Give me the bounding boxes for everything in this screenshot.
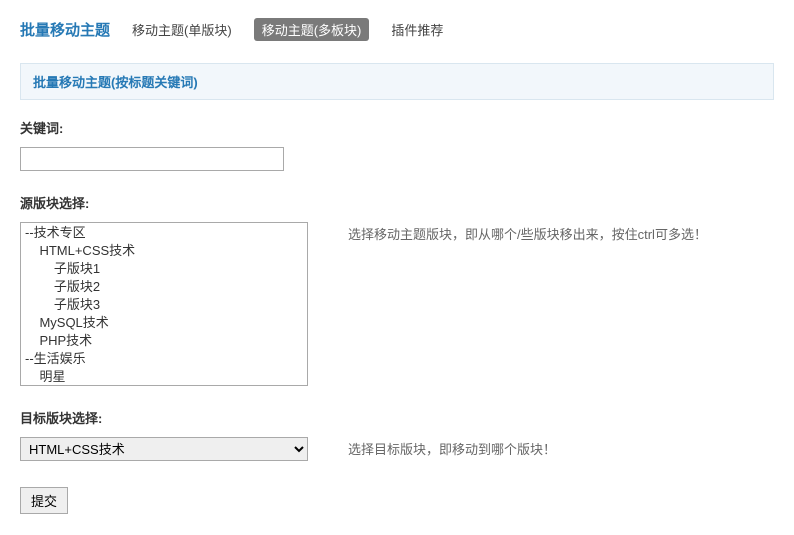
source-board-select[interactable]: --技术专区 HTML+CSS技术 子版块1 子版块2 子版块3 MySQL技术… <box>20 222 308 386</box>
source-option[interactable]: 子版块1 <box>21 260 307 278</box>
keyword-label: 关键词: <box>20 118 774 137</box>
target-label: 目标版块选择: <box>20 408 774 427</box>
source-hint: 选择移动主题版块，即从哪个/些版块移出来，按住ctrl可多选！ <box>348 224 707 243</box>
tab-multi-board[interactable]: 移动主题(多板块) <box>254 18 370 41</box>
target-hint: 选择目标版块，即移动到哪个版块！ <box>348 439 556 458</box>
source-option[interactable]: --生活娱乐 <box>21 350 307 368</box>
source-option[interactable]: HTML+CSS技术 <box>21 242 307 260</box>
target-board-select[interactable]: HTML+CSS技术 <box>20 437 308 461</box>
submit-button[interactable]: 提交 <box>20 487 68 514</box>
source-option[interactable]: 子版块2 <box>21 278 307 296</box>
keyword-input[interactable] <box>20 147 284 171</box>
source-option[interactable]: --技术专区 <box>21 224 307 242</box>
source-option[interactable]: 子版块3 <box>21 296 307 314</box>
tab-single-board[interactable]: 移动主题(单版块) <box>132 20 232 39</box>
tab-bar: 批量移动主题 移动主题(单版块) 移动主题(多板块) 插件推荐 <box>20 18 774 41</box>
section-title: 批量移动主题(按标题关键词) <box>20 63 774 100</box>
tab-plugin-recommend[interactable]: 插件推荐 <box>391 20 443 39</box>
source-option[interactable]: PHP技术 <box>21 332 307 350</box>
page-title: 批量移动主题 <box>20 19 110 40</box>
source-option[interactable]: MySQL技术 <box>21 314 307 332</box>
source-option[interactable]: 明星 <box>21 368 307 386</box>
source-label: 源版块选择: <box>20 193 774 212</box>
